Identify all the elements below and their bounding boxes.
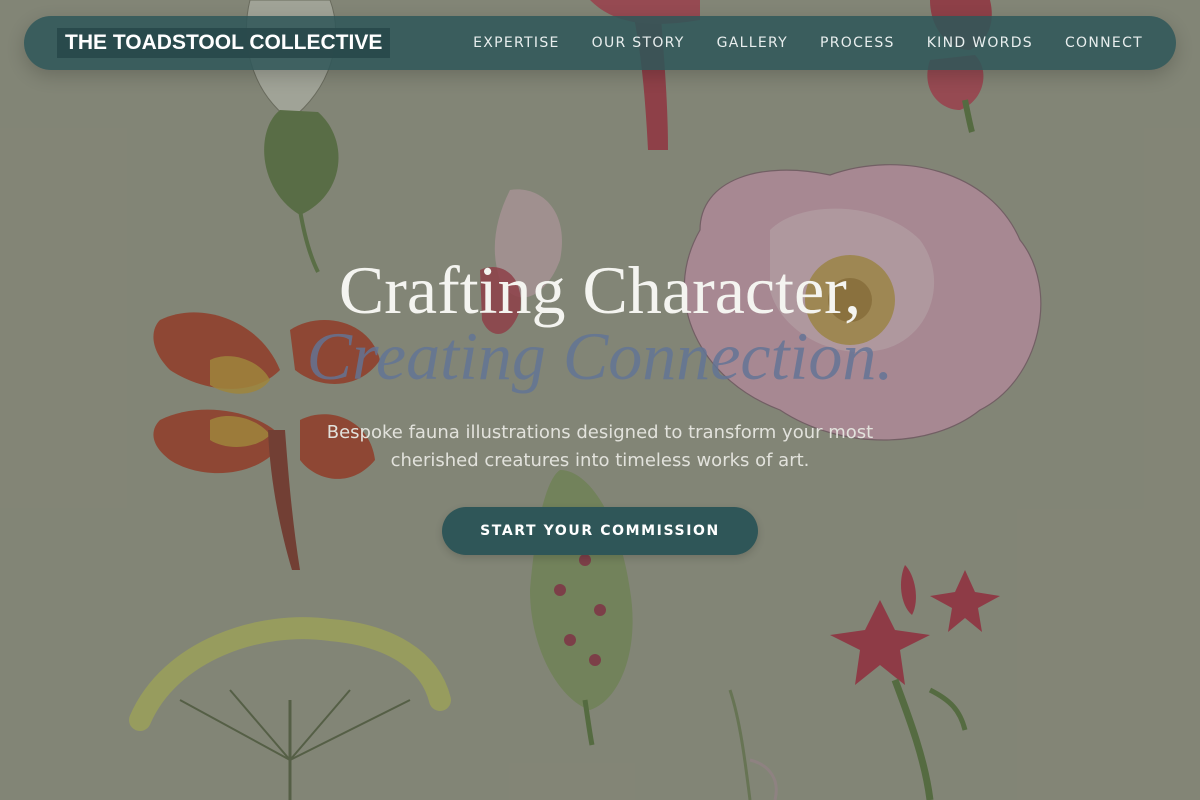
nav-link-expertise[interactable]: EXPERTISE <box>473 35 560 51</box>
nav-link-our-story[interactable]: OUR STORY <box>592 35 685 51</box>
nav-link-gallery[interactable]: GALLERY <box>717 35 788 51</box>
brand-logo[interactable]: THE TOADSTOOL COLLECTIVE <box>57 28 391 58</box>
top-navbar: THE TOADSTOOL COLLECTIVE EXPERTISE OUR S… <box>24 16 1176 70</box>
nav-link-process[interactable]: PROCESS <box>820 35 895 51</box>
nav-link-connect[interactable]: CONNECT <box>1065 35 1143 51</box>
nav-links: EXPERTISE OUR STORY GALLERY PROCESS KIND… <box>441 35 1143 51</box>
hero-section: Crafting Character, Creating Connection.… <box>0 250 1200 555</box>
hero-headline-line2: Creating Connection. <box>306 318 894 394</box>
start-commission-button[interactable]: START YOUR COMMISSION <box>442 507 758 555</box>
hero-subtitle: Bespoke fauna illustrations designed to … <box>326 422 874 471</box>
nav-link-kind-words[interactable]: KIND WORDS <box>927 35 1033 51</box>
